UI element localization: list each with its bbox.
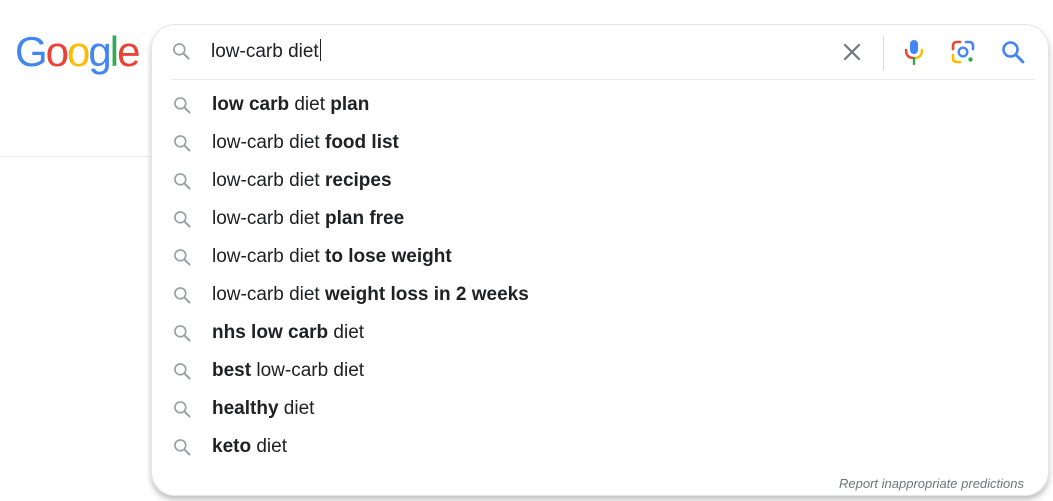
suggestion-item[interactable]: low carb diet plan bbox=[152, 86, 1048, 124]
microphone-icon[interactable] bbox=[902, 38, 926, 66]
button-divider bbox=[883, 35, 884, 70]
logo-letter: g bbox=[88, 28, 111, 75]
suggestion-plain-part: low-carb diet bbox=[212, 208, 325, 229]
suggestion-plain-part: low-carb diet bbox=[251, 360, 365, 381]
search-icon bbox=[174, 363, 191, 380]
suggestion-item[interactable]: low-carb diet to lose weight bbox=[152, 238, 1048, 276]
suggestion-bold-part: nhs low carb bbox=[212, 322, 329, 343]
google-lens-icon[interactable] bbox=[950, 39, 976, 65]
search-icon bbox=[174, 135, 191, 152]
search-icon bbox=[174, 249, 191, 266]
suggestion-bold-part: low carb bbox=[212, 94, 290, 115]
logo-letter: o bbox=[67, 28, 90, 75]
search-icon bbox=[174, 173, 191, 190]
suggestion-plain-part: low-carb diet bbox=[212, 246, 325, 267]
page: Google low-carb diet low carb diet plan … bbox=[0, 0, 1053, 501]
search-icon bbox=[174, 325, 191, 342]
suggestion-bold-part: healthy bbox=[212, 398, 279, 419]
suggestion-text: best low-carb diet bbox=[212, 359, 364, 383]
suggestion-item[interactable]: low-carb diet plan free bbox=[152, 200, 1048, 238]
search-row: low-carb diet bbox=[152, 25, 1048, 79]
suggestion-item[interactable]: keto diet bbox=[152, 428, 1048, 466]
logo-letter: G bbox=[15, 28, 48, 75]
suggestion-text: low-carb diet weight loss in 2 weeks bbox=[212, 283, 529, 307]
suggestion-bold-part: keto bbox=[212, 436, 252, 457]
row-divider bbox=[171, 79, 1035, 80]
suggestion-text: healthy diet bbox=[212, 397, 314, 421]
search-icon bbox=[174, 439, 191, 456]
suggestion-item[interactable]: low-carb diet recipes bbox=[152, 162, 1048, 200]
suggestion-list: low carb diet plan low-carb diet food lis… bbox=[152, 86, 1048, 466]
search-input[interactable]: low-carb diet bbox=[211, 39, 321, 64]
logo-letter: e bbox=[117, 28, 140, 75]
suggestion-plain-part: diet bbox=[328, 322, 365, 343]
suggestion-text: low-carb diet to lose weight bbox=[212, 245, 452, 269]
search-icon bbox=[174, 97, 191, 114]
suggestion-bold-part: plan bbox=[330, 94, 370, 115]
suggestion-text: low-carb diet recipes bbox=[212, 169, 392, 193]
search-box: low-carb diet low carb diet plan low-car… bbox=[151, 24, 1049, 496]
search-icon bbox=[174, 211, 191, 228]
search-query-text[interactable]: low-carb diet bbox=[211, 41, 319, 62]
header-divider bbox=[0, 156, 151, 157]
search-icon bbox=[174, 401, 191, 418]
suggestion-text: keto diet bbox=[212, 435, 287, 459]
suggestion-text: low-carb diet food list bbox=[212, 131, 399, 155]
suggestion-bold-part: best bbox=[212, 360, 252, 381]
suggestion-bold-part: recipes bbox=[325, 170, 392, 191]
suggestion-bold-part: plan free bbox=[325, 208, 405, 229]
search-icon bbox=[173, 43, 190, 60]
suggestion-plain-part: diet bbox=[289, 94, 331, 115]
suggestion-text: low carb diet plan bbox=[212, 93, 369, 117]
report-predictions-link[interactable]: Report inappropriate predictions bbox=[839, 476, 1024, 491]
suggestion-plain-part: diet bbox=[278, 398, 315, 419]
suggestion-plain-part: low-carb diet bbox=[212, 170, 325, 191]
search-icon bbox=[174, 287, 191, 304]
suggestion-plain-part: low-carb diet bbox=[212, 132, 325, 153]
search-submit-icon[interactable] bbox=[1000, 39, 1026, 65]
suggestion-item[interactable]: low-carb diet weight loss in 2 weeks bbox=[152, 276, 1048, 314]
close-icon[interactable] bbox=[840, 40, 864, 64]
text-caret bbox=[319, 39, 321, 61]
suggestion-item[interactable]: low-carb diet food list bbox=[152, 124, 1048, 162]
logo-letter: o bbox=[45, 28, 69, 75]
suggestion-text: nhs low carb diet bbox=[212, 321, 364, 345]
suggestion-item[interactable]: nhs low carb diet bbox=[152, 314, 1048, 352]
suggestion-text: low-carb diet plan free bbox=[212, 207, 404, 231]
suggestion-plain-part: diet bbox=[251, 436, 287, 457]
suggestion-item[interactable]: healthy diet bbox=[152, 390, 1048, 428]
logo-letter: l bbox=[109, 28, 119, 75]
suggestion-bold-part: food list bbox=[325, 132, 399, 153]
suggestion-bold-part: weight loss in 2 weeks bbox=[325, 284, 529, 305]
suggestion-item[interactable]: best low-carb diet bbox=[152, 352, 1048, 390]
google-logo[interactable]: Google bbox=[15, 28, 140, 76]
suggestion-plain-part: low-carb diet bbox=[212, 284, 325, 305]
suggestion-bold-part: to lose weight bbox=[325, 246, 452, 267]
